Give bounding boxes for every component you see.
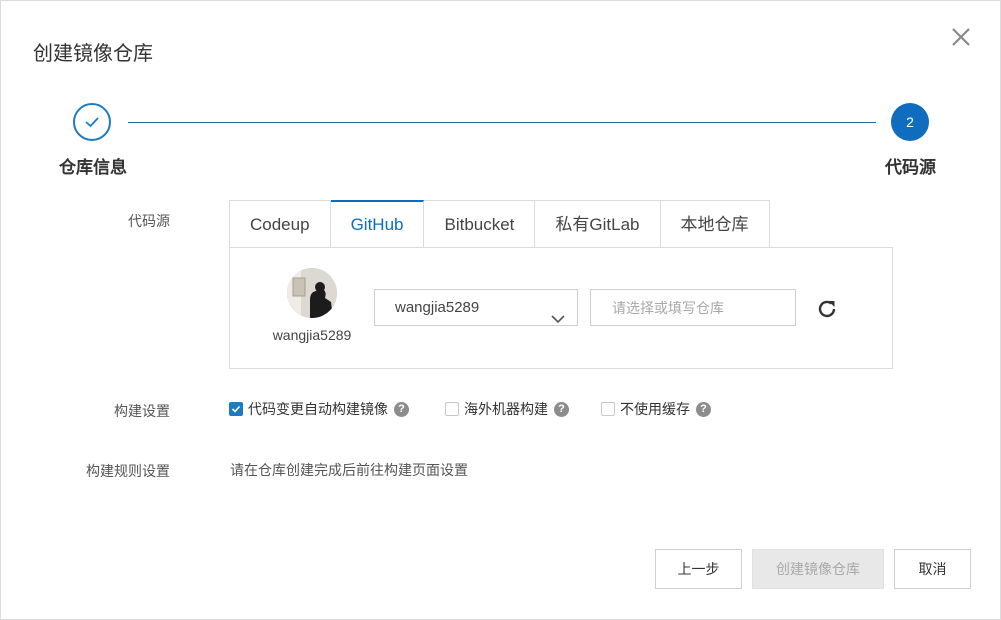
cancel-button[interactable]: 取消 (894, 549, 971, 589)
account-username: wangjia5289 (272, 327, 352, 343)
create-repo-dialog: 创建镜像仓库 2 仓库信息 代码源 代码源 Codeup GitHub Bitb… (0, 0, 1001, 620)
no-cache-checkbox[interactable] (601, 402, 615, 416)
step-1-label: 仓库信息 (59, 158, 127, 177)
step-progress-line (128, 122, 876, 123)
build-settings-label: 构建设置 (114, 403, 170, 419)
tab-local-repo[interactable]: 本地仓库 (660, 200, 770, 248)
help-icon[interactable]: ? (696, 401, 711, 417)
help-icon[interactable]: ? (394, 401, 409, 417)
build-rules-label: 构建规则设置 (86, 463, 170, 479)
namespace-select-value: wangjia5289 (395, 299, 480, 316)
avatar (287, 268, 337, 318)
auto-build-checkbox[interactable] (229, 402, 243, 416)
tab-github[interactable]: GitHub (330, 200, 425, 248)
source-tabs: Codeup GitHub Bitbucket 私有GitLab 本地仓库 (229, 200, 770, 248)
refresh-icon[interactable] (815, 297, 839, 321)
option-auto-build: 代码变更自动构建镜像 ? (229, 399, 409, 419)
check-icon (85, 117, 99, 128)
close-icon[interactable] (949, 25, 973, 49)
create-repo-button[interactable]: 创建镜像仓库 (752, 549, 884, 589)
tab-bitbucket[interactable]: Bitbucket (424, 200, 536, 248)
overseas-build-label: 海外机器构建 (464, 401, 548, 417)
overseas-build-checkbox[interactable] (445, 402, 459, 416)
source-label: 代码源 (128, 213, 170, 229)
step-2-circle: 2 (891, 103, 929, 141)
repo-input[interactable] (590, 289, 796, 326)
dialog-title: 创建镜像仓库 (33, 43, 153, 65)
namespace-select[interactable]: wangjia5289 (374, 289, 578, 326)
tab-private-gitlab[interactable]: 私有GitLab (535, 200, 661, 248)
step-2-label: 代码源 (885, 158, 936, 177)
tab-codeup[interactable]: Codeup (229, 200, 331, 248)
step-1-circle (73, 103, 111, 141)
option-no-cache: 不使用缓存 ? (601, 399, 711, 419)
build-rules-text: 请在仓库创建完成后前往构建页面设置 (230, 462, 468, 478)
chevron-down-icon (551, 302, 565, 337)
prev-step-button[interactable]: 上一步 (655, 549, 742, 589)
auto-build-label: 代码变更自动构建镜像 (248, 401, 388, 417)
option-overseas-build: 海外机器构建 ? (445, 399, 569, 419)
help-icon[interactable]: ? (554, 401, 569, 417)
no-cache-label: 不使用缓存 (620, 401, 690, 417)
check-icon (231, 405, 241, 413)
